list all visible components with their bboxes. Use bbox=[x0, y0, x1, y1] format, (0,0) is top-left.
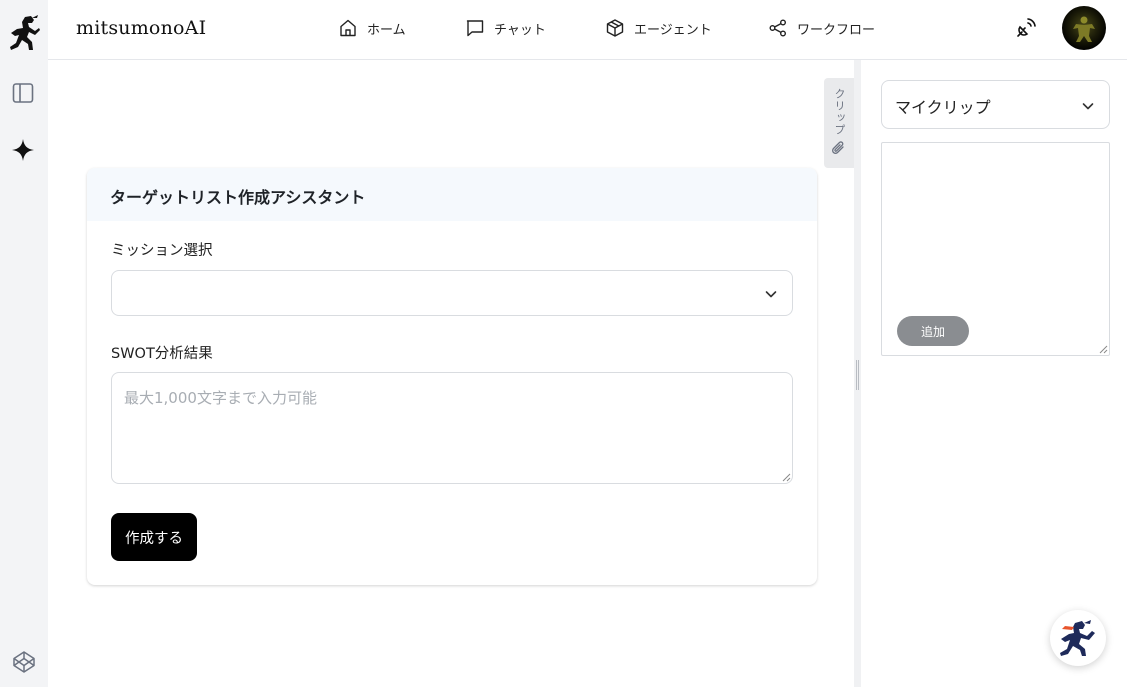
swot-textarea[interactable]: 最大1,000文字まで入力可能 bbox=[111, 372, 793, 484]
nav-workflow[interactable]: ワークフロー bbox=[768, 17, 875, 39]
divider-grip bbox=[856, 360, 859, 390]
mission-select[interactable] bbox=[111, 270, 793, 316]
nav-home-label: ホーム bbox=[367, 22, 406, 38]
card-title: ターゲットリスト作成アシスタント bbox=[87, 168, 817, 221]
left-rail bbox=[0, 0, 48, 687]
home-icon bbox=[340, 19, 356, 37]
paperclip-icon bbox=[832, 141, 844, 154]
assistant-fab[interactable] bbox=[1050, 610, 1106, 666]
chevron-down-icon bbox=[1082, 103, 1094, 110]
create-button[interactable]: 作成する bbox=[111, 513, 197, 561]
chevron-down-icon bbox=[765, 291, 777, 298]
add-button[interactable]: 追加 bbox=[897, 316, 969, 346]
sparkle-icon[interactable] bbox=[11, 138, 35, 162]
nav-workflow-label: ワークフロー bbox=[797, 22, 876, 38]
nav-chat-label: チャット bbox=[494, 22, 546, 38]
ninja-logo-icon[interactable] bbox=[7, 14, 41, 52]
nav-agent[interactable]: エージェント bbox=[605, 17, 712, 39]
user-avatar[interactable] bbox=[1062, 6, 1106, 50]
swot-label: SWOT分析結果 bbox=[111, 346, 213, 362]
brand-name[interactable]: mitsumonoAI bbox=[76, 17, 206, 39]
avatar-figure-icon bbox=[1073, 16, 1095, 42]
clip-select[interactable]: マイクリップ bbox=[881, 80, 1110, 129]
panel-divider[interactable] bbox=[854, 60, 861, 687]
clip-tab[interactable]: クリップ bbox=[824, 78, 854, 168]
package-icon bbox=[606, 19, 624, 37]
chat-bubble-icon bbox=[466, 20, 484, 37]
main-content: ターゲットリスト作成アシスタント ミッション選択 SWOT分析結果 最大1,00… bbox=[48, 60, 854, 687]
share-nodes-icon bbox=[769, 19, 786, 37]
assistant-card: ターゲットリスト作成アシスタント ミッション選択 SWOT分析結果 最大1,00… bbox=[87, 168, 817, 585]
nav-home[interactable]: ホーム bbox=[338, 17, 406, 39]
resize-handle-icon[interactable] bbox=[781, 472, 791, 482]
nav-agent-label: エージェント bbox=[634, 22, 712, 38]
clip-textarea[interactable]: 追加 bbox=[881, 142, 1110, 356]
clip-select-value: マイクリップ bbox=[895, 98, 991, 117]
swot-placeholder: 最大1,000文字まで入力可能 bbox=[124, 389, 317, 407]
sidebar-toggle-icon[interactable] bbox=[12, 82, 34, 104]
mission-label: ミッション選択 bbox=[111, 243, 213, 259]
satellite-signal-icon[interactable] bbox=[1014, 16, 1038, 40]
clip-panel: マイクリップ 追加 bbox=[861, 60, 1127, 687]
top-header: mitsumonoAI ホーム チャット エージェント ワークフロー bbox=[48, 0, 1127, 60]
resize-handle-icon[interactable] bbox=[1098, 344, 1108, 354]
ninja-mascot-icon bbox=[1060, 620, 1095, 656]
clip-tab-label: クリップ bbox=[833, 88, 846, 136]
nav-chat[interactable]: チャット bbox=[465, 17, 546, 39]
codepen-icon[interactable] bbox=[12, 650, 36, 674]
